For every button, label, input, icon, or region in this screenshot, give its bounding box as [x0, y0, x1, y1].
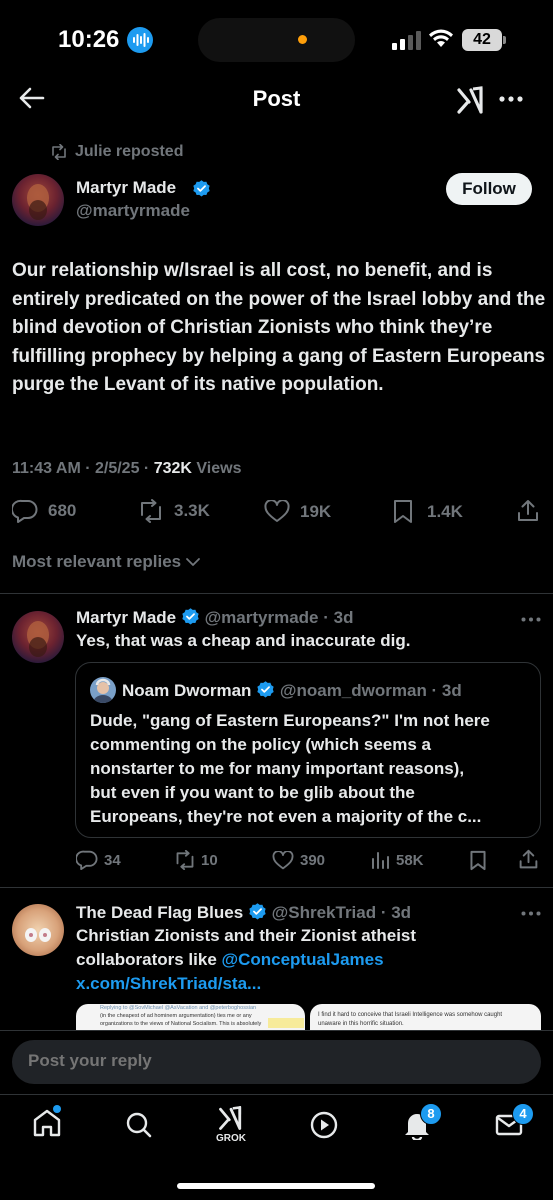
play-circle-icon — [310, 1111, 338, 1139]
repost-count: 3.3K — [174, 501, 210, 520]
reply-meta: @martyrmade · 3d — [204, 608, 354, 627]
grok-label: GROK — [216, 1133, 246, 1144]
reply-author-name[interactable]: Martyr Made — [76, 608, 176, 627]
reply-header: Martyr Made @martyrmade · 3d — [76, 607, 353, 628]
reply-icon — [76, 850, 98, 870]
bookmark-icon — [394, 500, 412, 523]
notifications-badge: 8 — [420, 1103, 442, 1125]
audio-recording-icon — [127, 27, 153, 53]
mention-link[interactable]: @ConceptualJames — [222, 950, 384, 969]
post-text: Our relationship w/Israel is all cost, n… — [12, 260, 546, 395]
attached-image-1[interactable]: Replying to @SovMichael @AsVacation and … — [76, 1004, 305, 1030]
reply-more-icon[interactable] — [521, 911, 541, 916]
reply-text-line1: Christian Zionists and their Zionist ath… — [76, 926, 417, 945]
post-timestamp: 11:43 AM · 2/5/25 · 732K Views — [12, 460, 241, 478]
avatar[interactable] — [12, 904, 64, 956]
share-icon[interactable] — [516, 499, 540, 523]
cellular-signal-icon — [392, 30, 422, 50]
reply-more-icon[interactable] — [521, 617, 541, 622]
repost-button[interactable]: 3.3K — [137, 499, 210, 523]
reply-icon — [12, 499, 38, 523]
tab-grok[interactable]: GROK — [214, 1104, 248, 1144]
url-link[interactable]: x.com/ShrekTriad/sta... — [76, 974, 261, 994]
grok-icon — [219, 1106, 242, 1130]
views-count: 58K — [396, 851, 424, 869]
divider — [0, 887, 553, 888]
tab-search[interactable] — [125, 1111, 153, 1139]
image-text: Replying to @SovMichael @AsVacation and … — [100, 1005, 257, 1011]
image-highlight — [268, 1018, 304, 1028]
verified-badge-icon — [249, 903, 266, 920]
quote-author-name: Noam Dworman — [122, 681, 252, 700]
repost-count: 10 — [201, 851, 218, 869]
avatar[interactable] — [12, 611, 64, 663]
author-handle[interactable]: @martyrmade — [76, 201, 190, 221]
reply-count: 680 — [48, 501, 77, 520]
reply-count: 34 — [104, 851, 121, 869]
dynamic-island — [198, 18, 355, 62]
search-icon — [126, 1112, 152, 1138]
wifi-icon — [427, 27, 455, 49]
follow-button[interactable]: Follow — [446, 173, 532, 205]
timestamp-text: 11:43 AM · 2/5/25 · — [12, 460, 154, 477]
verified-badge-icon — [192, 179, 211, 198]
image-text: I find it hard to conceive that Israeli … — [318, 1012, 503, 1018]
analytics-icon — [372, 852, 389, 869]
image-text: unaware in this horrific situation. — [318, 1021, 404, 1027]
like-button[interactable]: 390 — [272, 851, 325, 870]
quote-meta: @noam_dworman · 3d — [279, 681, 462, 700]
home-notification-dot — [53, 1105, 61, 1113]
repost-action-icon — [141, 499, 161, 523]
quote-header: Noam Dworman @noam_dworman · 3d — [122, 680, 462, 701]
reply-button[interactable]: 34 — [76, 850, 121, 870]
share-icon[interactable] — [518, 849, 539, 870]
chevron-down-icon — [186, 558, 201, 566]
heart-icon — [272, 851, 294, 870]
privacy-indicator-dot — [298, 35, 307, 44]
reply-text: Yes, that was a cheap and inaccurate dig… — [76, 631, 411, 650]
verified-badge-icon — [182, 608, 199, 625]
like-count: 390 — [300, 852, 326, 869]
reply-header: The Dead Flag Blues @ShrekTriad · 3d — [76, 902, 411, 923]
grok-icon[interactable] — [455, 84, 487, 116]
attached-image-2[interactable]: I find it hard to conceive that Israeli … — [310, 1004, 541, 1030]
repost-button[interactable]: 10 — [173, 850, 218, 870]
battery-indicator: 42 — [462, 29, 502, 51]
bookmark-icon[interactable] — [469, 850, 487, 871]
quote-text: Dude, "gang of Eastern Europeans?" I'm n… — [90, 711, 490, 826]
reply-input[interactable] — [28, 1051, 508, 1071]
divider — [0, 593, 553, 594]
verified-badge-icon — [257, 681, 274, 698]
tab-video[interactable] — [310, 1111, 338, 1139]
views-count: 732K — [153, 460, 192, 477]
repost-action-icon — [176, 850, 194, 870]
home-indicator[interactable] — [177, 1183, 375, 1189]
image-text: organizations to the views of National S… — [100, 1021, 262, 1027]
author-name[interactable]: Martyr Made — [76, 178, 176, 198]
repost-label: Julie reposted — [75, 143, 184, 160]
reply-author-name[interactable]: The Dead Flag Blues — [76, 903, 243, 922]
heart-icon — [264, 500, 290, 522]
reply-meta: @ShrekTriad · 3d — [271, 903, 412, 922]
replies-sort-label: Most relevant replies — [12, 552, 182, 571]
views-button[interactable]: 58K — [371, 850, 424, 870]
reply-button[interactable]: 680 — [12, 499, 76, 523]
like-button[interactable]: 19K — [264, 500, 331, 523]
reply-text-line2: collaborators like @ConceptualJames — [76, 950, 384, 970]
replies-sort-dropdown[interactable]: Most relevant replies — [12, 552, 201, 572]
reply-text-prefix: collaborators like — [76, 950, 222, 969]
messages-badge: 4 — [512, 1103, 534, 1125]
status-time: 10:26 — [58, 26, 120, 53]
bookmark-button[interactable]: 1.4K — [392, 499, 463, 524]
avatar — [90, 677, 116, 703]
battery-nub — [503, 36, 506, 44]
views-label: Views — [191, 460, 242, 477]
repost-icon — [50, 144, 68, 160]
image-text: (in the cheapest of ad hominem argumenta… — [100, 1013, 252, 1019]
avatar[interactable] — [12, 174, 64, 226]
more-options-icon[interactable] — [499, 96, 523, 102]
bookmark-count: 1.4K — [427, 501, 463, 521]
like-count: 19K — [300, 501, 332, 521]
